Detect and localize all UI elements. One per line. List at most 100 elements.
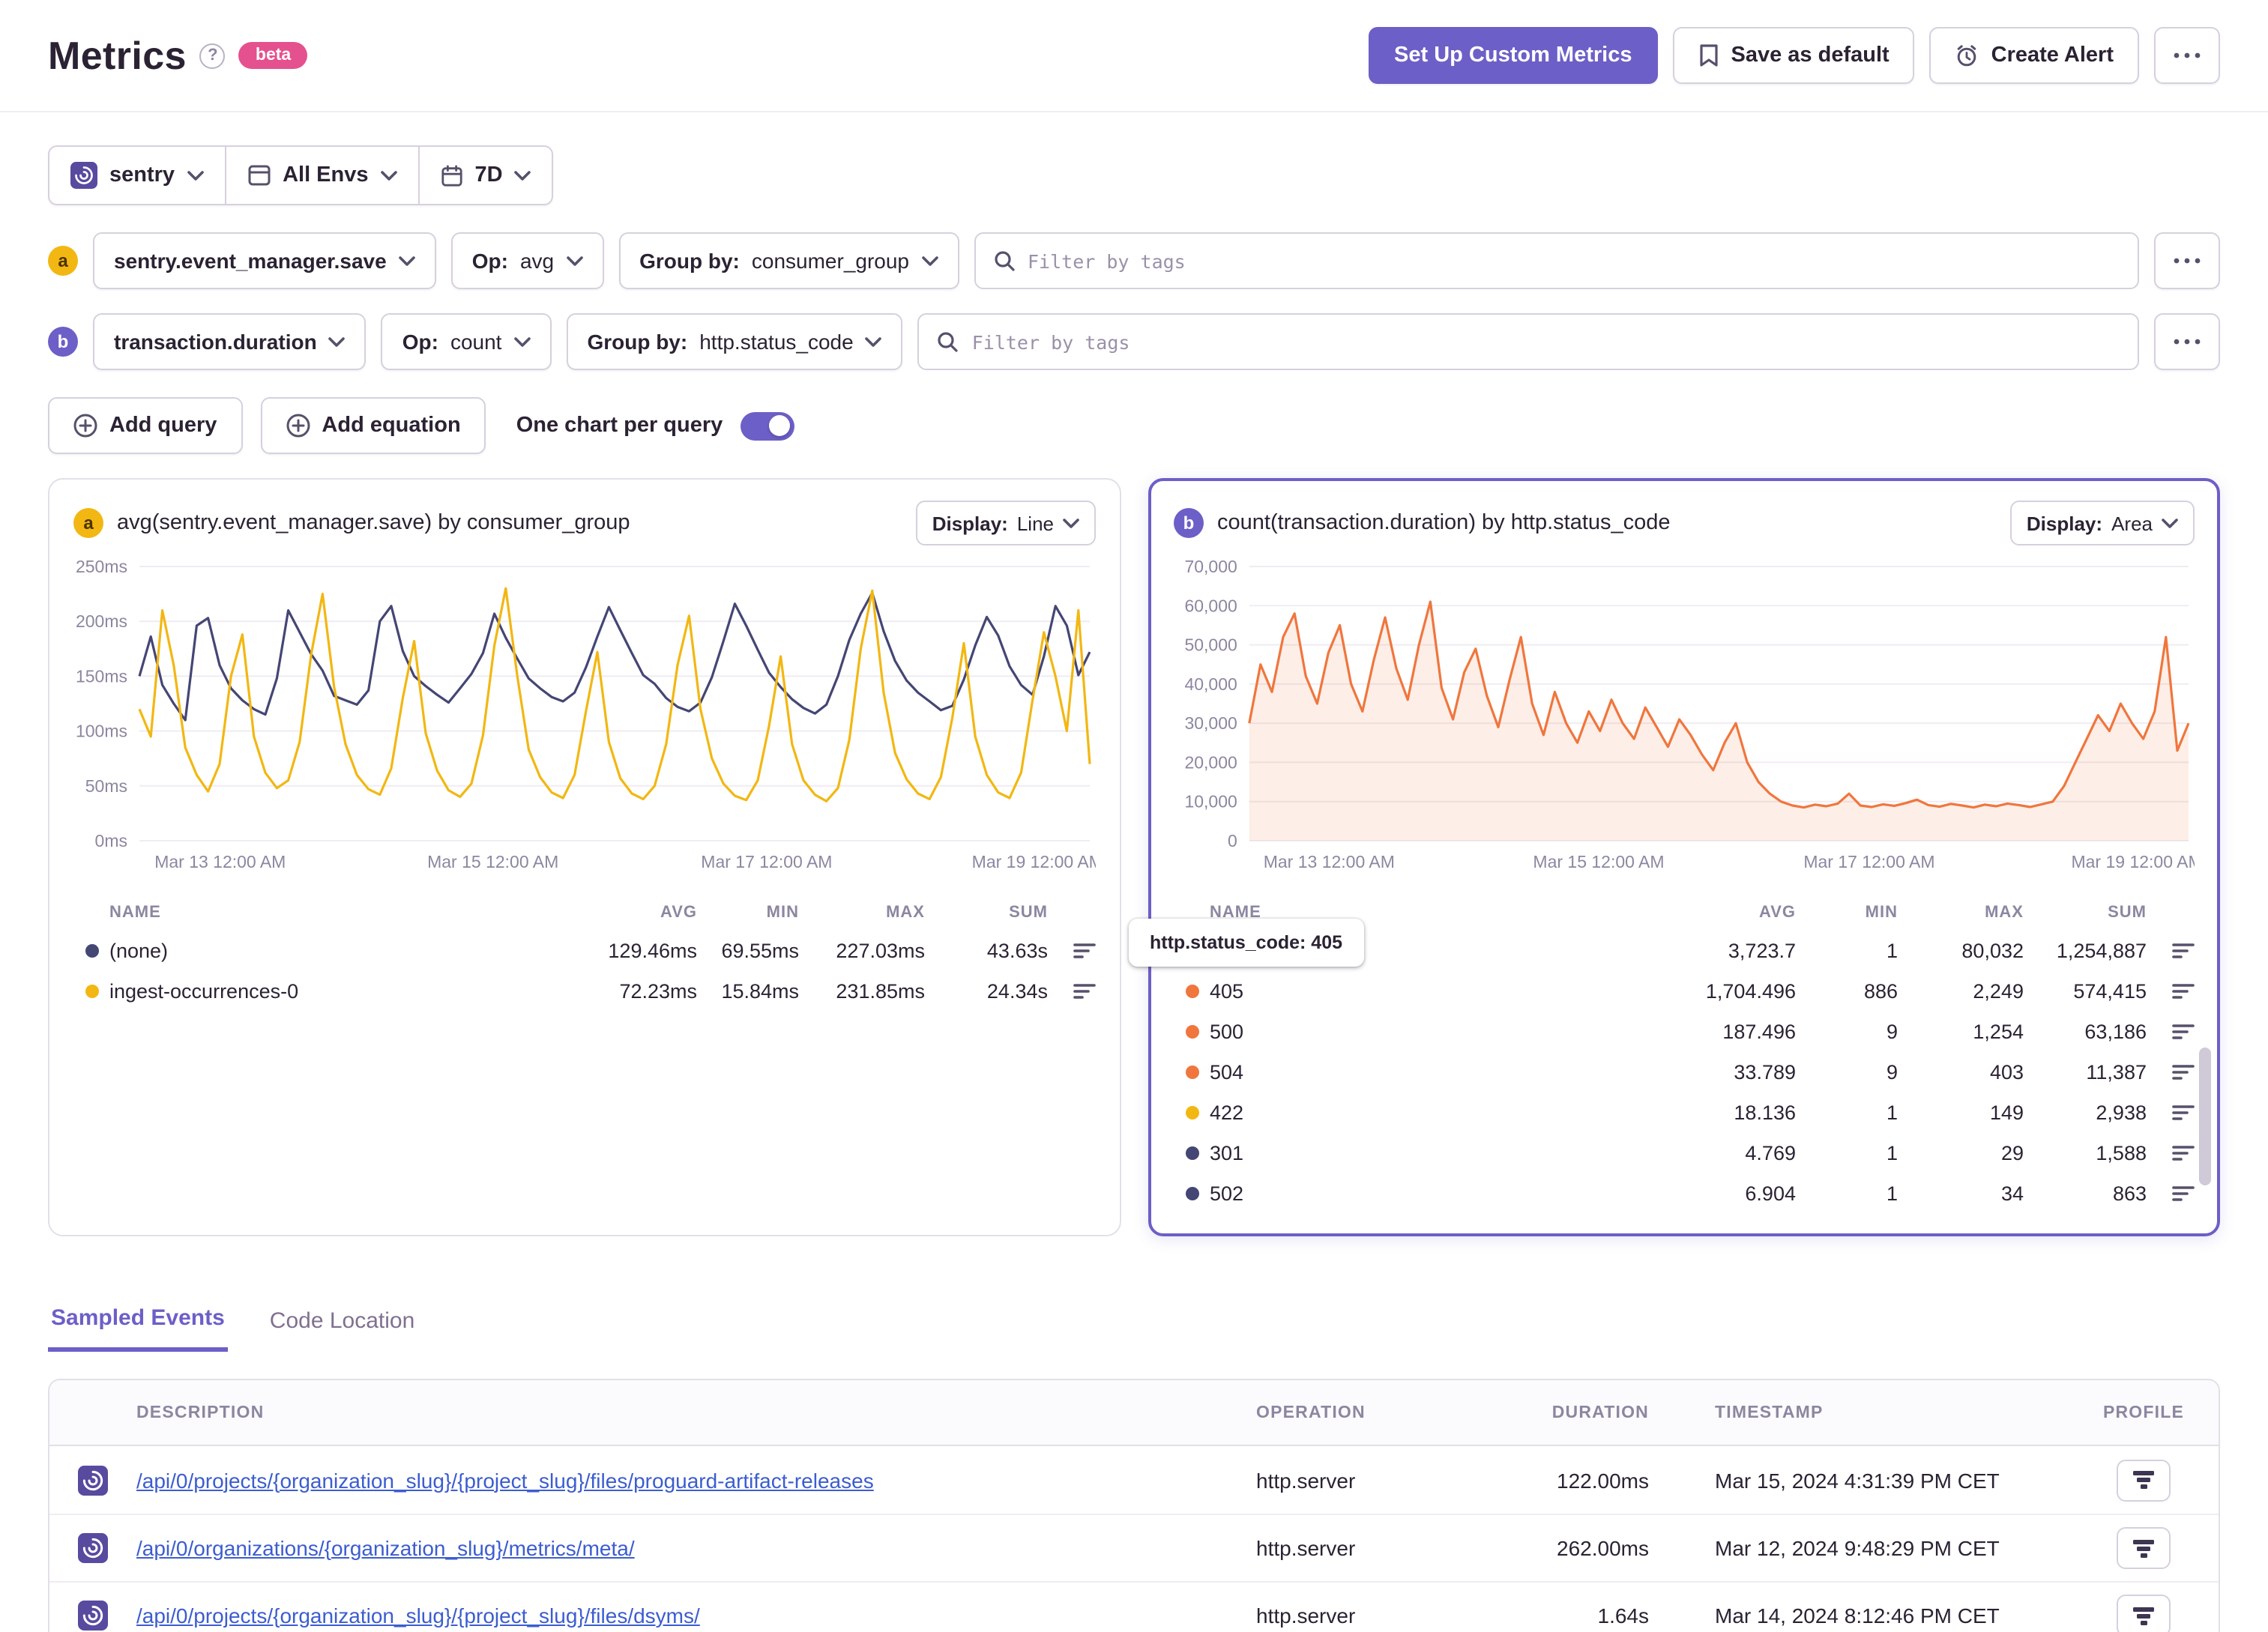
query-badge-b: b — [48, 327, 78, 357]
event-duration: 122.00ms — [1557, 1468, 1649, 1492]
metric-select-value: sentry.event_manager.save — [114, 249, 387, 273]
summary-row[interactable]: 500 187.496 9 1,254 63,186 — [1174, 1012, 2195, 1052]
event-description-link[interactable]: /api/0/projects/{organization_slug}/{pro… — [136, 1468, 874, 1492]
profile-icon — [2132, 1470, 2156, 1490]
svg-text:0ms: 0ms — [95, 831, 127, 850]
chart-panel-a[interactable]: a avg(sentry.event_manager.save) by cons… — [48, 478, 1121, 1236]
area-chart-canvas[interactable]: 0 10,000 20,000 30,000 40,000 50,000 60,000 70,… — [1174, 557, 2195, 880]
group-by-select[interactable]: Group by: consumer_group — [618, 232, 959, 289]
focus-series-icon[interactable] — [2147, 1064, 2195, 1081]
bookmark-icon — [1698, 43, 1719, 67]
series-color-dot — [1185, 1187, 1198, 1200]
series-min: 15.84ms — [721, 980, 799, 1003]
metric-select[interactable]: transaction.duration — [93, 313, 367, 370]
series-sum: 1,588 — [2096, 1142, 2147, 1164]
header-overflow-menu-button[interactable] — [2154, 27, 2220, 84]
tag-filter-placeholder: Filter by tags — [971, 330, 1130, 353]
chevron-down-icon — [398, 256, 415, 266]
group-by-select[interactable]: Group by: http.status_code — [566, 313, 903, 370]
tab-sampled-events[interactable]: Sampled Events — [48, 1305, 228, 1352]
summary-row[interactable]: (none) 129.46ms 69.55ms 227.03ms 43.63s — [73, 931, 1096, 971]
event-description-link[interactable]: /api/0/projects/{organization_slug}/{pro… — [136, 1604, 700, 1628]
chevron-down-icon — [328, 336, 346, 347]
display-type-select[interactable]: Display: Line — [915, 501, 1096, 545]
summary-row[interactable]: 502 6.904 1 34 863 — [1174, 1173, 2195, 1214]
focus-series-icon[interactable] — [2147, 1185, 2195, 1202]
series-name: 504 — [1210, 1061, 1244, 1084]
svg-text:50ms: 50ms — [85, 776, 127, 796]
series-avg: 4.769 — [1745, 1142, 1796, 1164]
focus-series-icon[interactable] — [1048, 943, 1096, 959]
series-min: 9 — [1886, 1021, 1898, 1043]
series-avg: 1,704.496 — [1705, 980, 1796, 1003]
create-alert-button[interactable]: Create Alert — [1929, 27, 2139, 84]
series-color-dot — [1185, 1066, 1198, 1079]
display-type-select[interactable]: Display: Area — [2009, 501, 2195, 545]
query-overflow-menu-button[interactable] — [2154, 313, 2220, 370]
metrics-page: Metrics ? beta Set Up Custom Metrics Sav… — [0, 0, 2268, 1632]
focus-series-icon[interactable] — [1048, 983, 1096, 1000]
sentry-project-icon — [49, 1601, 136, 1631]
focus-series-icon[interactable] — [2147, 1145, 2195, 1161]
chart-summary-table: NAME AVG MIN MAX SUM 3,723.7 1 80,032 1,254… — [1129, 895, 2195, 1214]
help-icon[interactable]: ? — [199, 43, 226, 68]
view-profile-button[interactable] — [2117, 1459, 2171, 1501]
series-avg: 18.136 — [1734, 1101, 1796, 1124]
col-operation: OPERATION — [1256, 1403, 1366, 1421]
svg-text:Mar 15 12:00 AM: Mar 15 12:00 AM — [427, 852, 558, 871]
focus-series-icon[interactable] — [2147, 983, 2195, 1000]
view-profile-button[interactable] — [2117, 1527, 2171, 1569]
chart-panel-b[interactable]: b count(transaction.duration) by http.st… — [1129, 478, 2220, 1236]
tag-filter-input[interactable]: Filter by tags — [917, 313, 2139, 370]
summary-row[interactable]: 405 1,704.496 886 2,249 574,415 — [1174, 971, 2195, 1012]
view-profile-button[interactable] — [2117, 1595, 2171, 1632]
header-actions: Set Up Custom Metrics Save as default Cr… — [1369, 27, 2220, 84]
focus-series-icon[interactable] — [2147, 1024, 2195, 1040]
operation-select[interactable]: Op: count — [381, 313, 552, 370]
series-max: 34 — [2000, 1182, 2024, 1205]
svg-text:Mar 13 12:00 AM: Mar 13 12:00 AM — [1264, 852, 1395, 871]
setup-custom-metrics-button[interactable]: Set Up Custom Metrics — [1369, 27, 1658, 84]
project-filter[interactable]: sentry — [49, 147, 224, 204]
tag-filter-input[interactable]: Filter by tags — [974, 232, 2139, 289]
col-duration: DURATION — [1551, 1403, 1649, 1421]
events-rows: /api/0/projects/{organization_slug}/{pro… — [49, 1446, 2219, 1632]
event-row: /api/0/projects/{organization_slug}/{pro… — [49, 1446, 2219, 1514]
query-overflow-menu-button[interactable] — [2154, 232, 2220, 289]
table-scrollbar-thumb[interactable] — [2199, 1048, 2211, 1185]
metric-select[interactable]: sentry.event_manager.save — [93, 232, 436, 289]
focus-series-icon[interactable] — [2147, 943, 2195, 959]
series-avg: 3,723.7 — [1728, 940, 1796, 962]
environment-filter[interactable]: All Envs — [224, 147, 417, 204]
summary-row[interactable]: ingest-occurrences-0 72.23ms 15.84ms 231.85… — [73, 971, 1096, 1012]
operation-select[interactable]: Op: avg — [450, 232, 604, 289]
chevron-down-icon — [380, 170, 397, 181]
focus-series-icon[interactable] — [2147, 1104, 2195, 1121]
line-chart-canvas[interactable]: 0ms 50ms 100ms 150ms 200ms 250ms Mar 13 12:00 … — [73, 557, 1096, 880]
area-chart-container[interactable]: 0 10,000 20,000 30,000 40,000 50,000 60,000 70,… — [1174, 557, 2195, 880]
add-query-button[interactable]: Add query — [48, 397, 243, 454]
series-color-dot — [1185, 985, 1198, 998]
col-avg: AVG — [660, 904, 697, 922]
series-sum: 2,938 — [2096, 1101, 2147, 1124]
summary-row[interactable]: 422 18.136 1 149 2,938 — [1174, 1092, 2195, 1133]
date-range-filter[interactable]: 7D — [417, 147, 552, 204]
add-equation-button[interactable]: Add equation — [260, 397, 486, 454]
series-avg: 129.46ms — [608, 940, 697, 962]
series-name: (none) — [109, 940, 169, 962]
svg-text:Mar 15 12:00 AM: Mar 15 12:00 AM — [1533, 852, 1664, 871]
event-duration: 1.64s — [1597, 1604, 1650, 1628]
chevron-down-icon — [1063, 518, 1079, 528]
series-sum: 24.34s — [986, 980, 1048, 1003]
series-min: 9 — [1886, 1061, 1898, 1084]
summary-row[interactable]: 301 4.769 1 29 1,588 — [1174, 1133, 2195, 1173]
line-chart-container[interactable]: 0ms 50ms 100ms 150ms 200ms 250ms Mar 13 12:00 … — [73, 557, 1096, 880]
chart-title: count(transaction.duration) by http.stat… — [1217, 511, 1671, 535]
event-description-link[interactable]: /api/0/organizations/{organization_slug}… — [136, 1536, 635, 1560]
save-as-default-button[interactable]: Save as default — [1672, 27, 1915, 84]
chart-panel-header: b count(transaction.duration) by http.st… — [1174, 501, 2195, 545]
series-name: 422 — [1210, 1101, 1244, 1124]
one-chart-per-query-toggle[interactable] — [741, 411, 795, 440]
tab-code-location[interactable]: Code Location — [267, 1305, 418, 1352]
summary-row[interactable]: 504 33.789 9 403 11,387 — [1174, 1052, 2195, 1092]
